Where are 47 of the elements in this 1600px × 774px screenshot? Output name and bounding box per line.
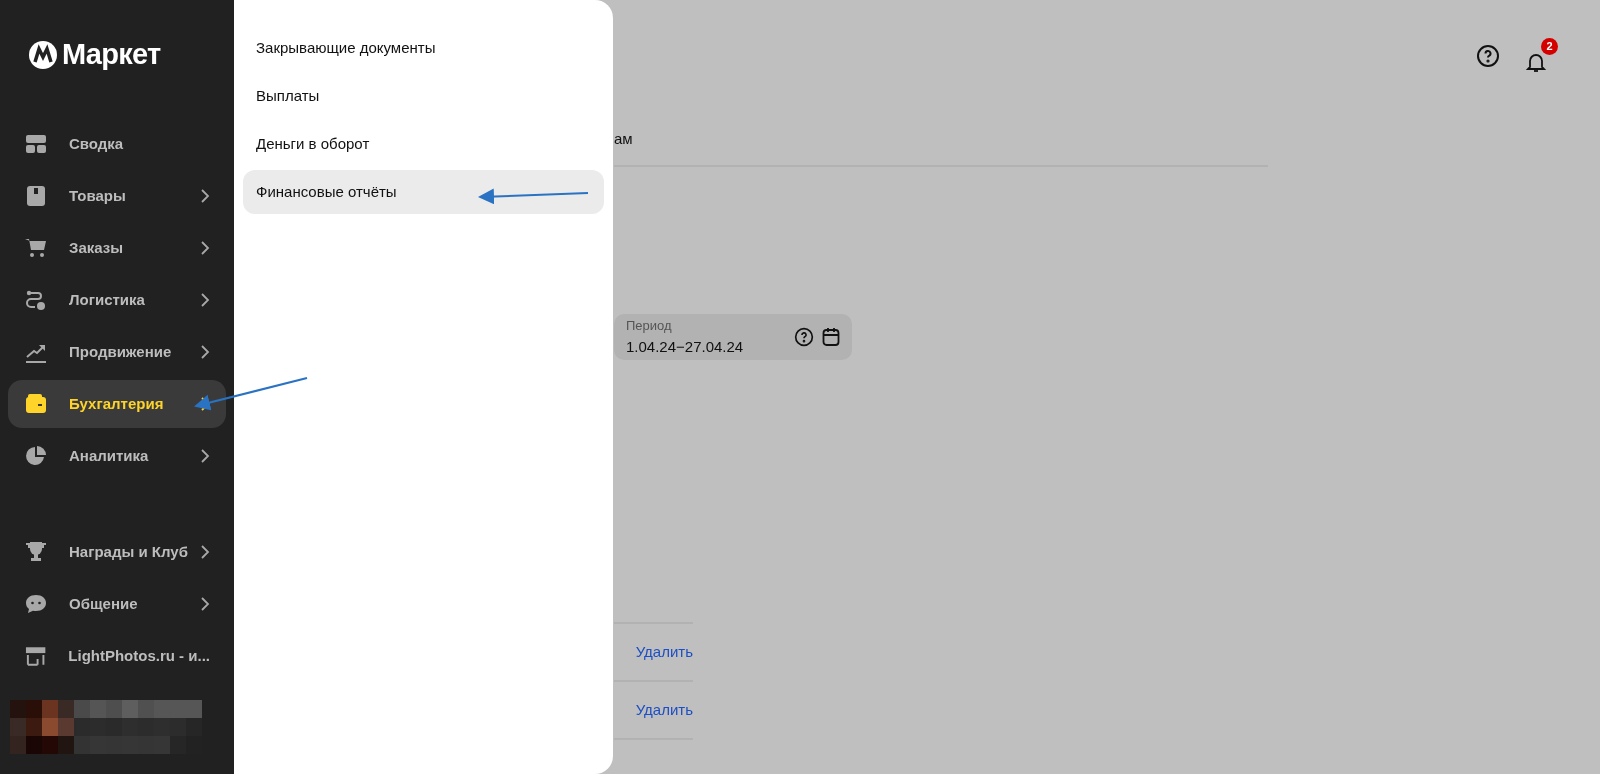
nav-label: Заказы [69, 237, 125, 258]
notifications-button[interactable]: 2 [1524, 38, 1558, 74]
nav-label: Бухгалтерия [69, 393, 165, 414]
cart-icon [24, 236, 48, 260]
field-label: Период [626, 317, 673, 335]
box-icon [24, 184, 48, 208]
nav-item[interactable]: Бухгалтерия [8, 380, 226, 428]
chat-icon [24, 592, 48, 616]
nav-label: Логистика [69, 289, 146, 310]
field-value: 1.04.24−27.04.24 [626, 336, 745, 357]
nav-label: Аналитика [69, 445, 150, 466]
nav-item[interactable]: Аналитика [8, 432, 226, 480]
nav-item[interactable]: Продвижение [8, 328, 226, 376]
delete-link[interactable]: Удалить [635, 640, 693, 664]
logo[interactable]: Маркет [28, 33, 161, 77]
pie-chart-icon [24, 444, 48, 468]
nav-label: Товары [69, 185, 127, 206]
help-icon[interactable] [794, 327, 814, 347]
submenu-item[interactable]: Выплаты [243, 74, 604, 118]
store-icon [24, 644, 48, 668]
logo-icon [28, 40, 58, 70]
nav-item[interactable]: Награды и Клуб [8, 528, 226, 576]
delete-link[interactable]: Удалить [635, 698, 693, 722]
nav-label: Продвижение [69, 341, 173, 362]
tab-label[interactable]: ам [614, 130, 633, 147]
nav-item[interactable]: Товары [8, 172, 226, 220]
submenu-item[interactable]: Деньги в оборот [243, 122, 604, 166]
nav-item[interactable]: Сводка [8, 120, 226, 168]
dashboard-icon [24, 132, 48, 156]
logo-text: Маркет [62, 37, 161, 73]
nav-label: Сводка [69, 133, 125, 154]
period-field[interactable]: Период 1.04.24−27.04.24 [614, 314, 852, 360]
submenu-item[interactable]: Закрывающие документы [243, 26, 604, 70]
nav-label: Награды и Клуб [69, 541, 189, 562]
trophy-icon [24, 540, 48, 564]
wallet-icon [24, 392, 48, 416]
nav-item[interactable]: Общение [8, 580, 226, 628]
help-icon[interactable] [1476, 44, 1500, 68]
nav-item[interactable]: LightPhotos.ru - и... [8, 632, 226, 680]
calendar-icon[interactable] [822, 327, 840, 347]
nav-item[interactable]: Логистика [8, 276, 226, 324]
route-icon [24, 288, 48, 312]
nav-item[interactable]: Заказы [8, 224, 226, 272]
nav-label: Общение [69, 593, 139, 614]
submenu-item[interactable]: Финансовые отчёты [243, 170, 604, 214]
notification-badge: 2 [1541, 38, 1558, 55]
nav-label: LightPhotos.ru - и... [68, 645, 210, 666]
